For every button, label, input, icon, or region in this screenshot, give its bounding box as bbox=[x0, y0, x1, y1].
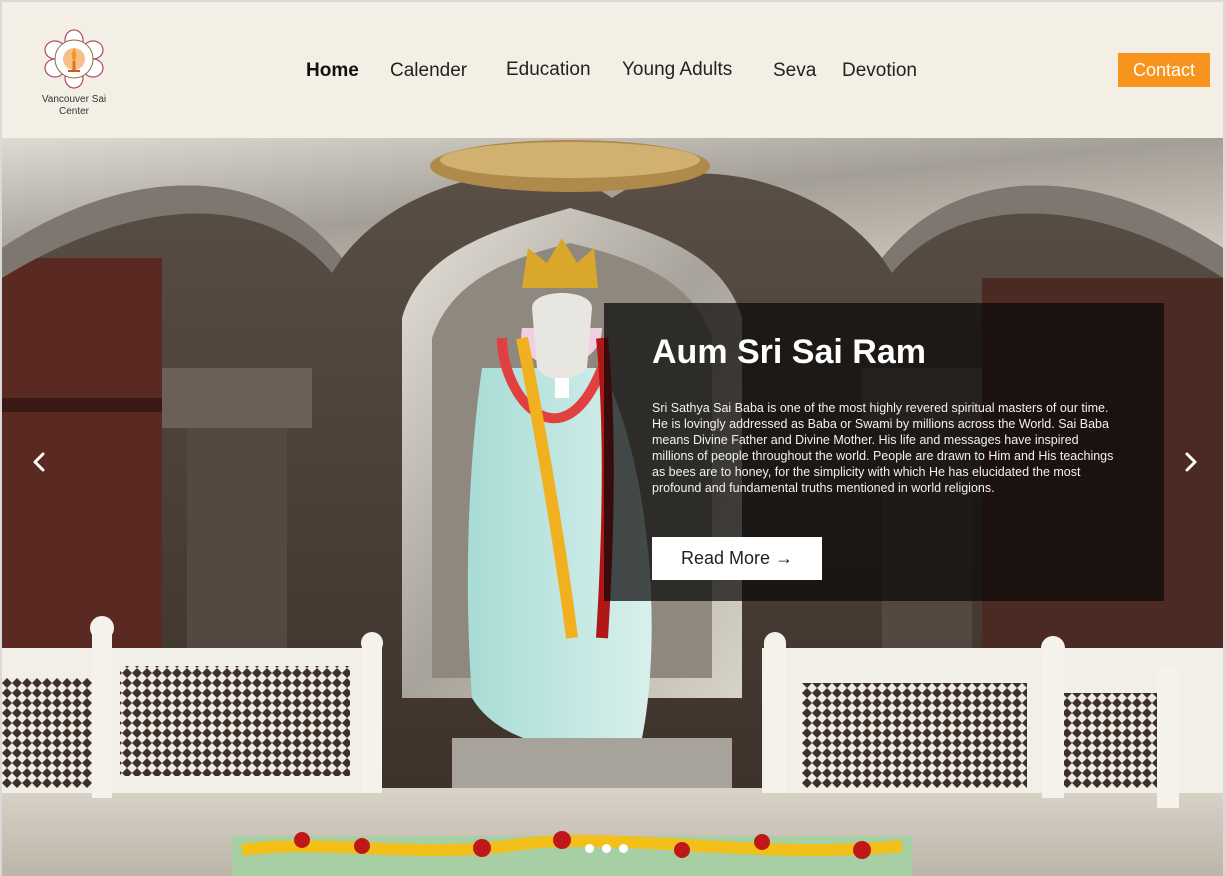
carousel-dot-2[interactable] bbox=[602, 844, 611, 853]
logo-text: Vancouver Sai Center bbox=[41, 94, 107, 117]
main-nav: Home Calender Education Young Adults Sev… bbox=[2, 59, 1223, 90]
carousel-prev-button[interactable] bbox=[28, 450, 52, 474]
site-header: Vancouver Sai Center Home Calender Educa… bbox=[2, 2, 1223, 138]
carousel-dot-3[interactable] bbox=[619, 844, 628, 853]
nav-young-adults[interactable]: Young Adults bbox=[622, 59, 732, 81]
chevron-right-icon bbox=[1185, 452, 1197, 472]
nav-seva[interactable]: Seva bbox=[773, 60, 816, 82]
contact-button[interactable]: Contact bbox=[1118, 53, 1210, 87]
nav-calender[interactable]: Calender bbox=[390, 60, 467, 82]
nav-education[interactable]: Education bbox=[506, 59, 591, 81]
carousel-indicators bbox=[582, 844, 642, 856]
carousel-next-button[interactable] bbox=[1178, 450, 1202, 474]
nav-devotion[interactable]: Devotion bbox=[842, 60, 917, 82]
hero-title: Aum Sri Sai Ram bbox=[652, 333, 926, 371]
hero-description: Sri Sathya Sai Baba is one of the most h… bbox=[652, 401, 1114, 495]
hero-carousel: Aum Sri Sai Ram Sri Sathya Sai Baba is o… bbox=[2, 138, 1223, 876]
read-more-button[interactable]: Read More → bbox=[652, 537, 822, 580]
chevron-left-icon bbox=[33, 452, 45, 472]
nav-home[interactable]: Home bbox=[306, 60, 359, 82]
hero-caption-panel: Aum Sri Sai Ram Sri Sathya Sai Baba is o… bbox=[604, 303, 1164, 601]
carousel-dot-1[interactable] bbox=[585, 844, 594, 853]
